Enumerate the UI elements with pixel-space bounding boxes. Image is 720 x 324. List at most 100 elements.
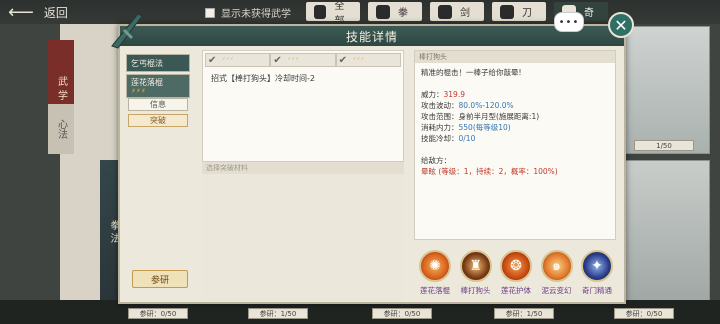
- skill-name: 棒打狗头: [460, 286, 491, 295]
- stat-extra: (每等级10): [472, 123, 511, 132]
- rank-stars: ⚡⚡⚡: [131, 87, 146, 95]
- skill-info-panel: 棒打狗头 精准的棍击！一棒子给你敲晕! 威力：319.9 攻击波动：80.0%-…: [414, 50, 616, 240]
- chat-bubble-button[interactable]: •••: [554, 12, 584, 32]
- show-unowned-label: 显示未获得武学: [221, 9, 291, 20]
- stat-value: 身前半月型(施展距离:1): [458, 112, 540, 121]
- skill-info-body: 精准的棍击！一棒子给你敲晕! 威力：319.9 攻击波动：80.0%-120.0…: [415, 63, 615, 181]
- skill-tab-beggar-staff[interactable]: 乞丐棍法: [126, 54, 190, 72]
- flame-swirl-icon: ❂: [500, 250, 532, 282]
- skill-tab-label: 乞丐棍法: [131, 58, 163, 68]
- martial-tab-label: 武学: [55, 76, 67, 104]
- warrior-icon: ♜: [459, 250, 492, 282]
- effect-text: 晕眩 (等级：1，持续：2，概率：100%): [421, 167, 558, 176]
- material-list: [202, 174, 404, 302]
- skill-tab-lotus-staff[interactable]: 莲花落棍 ⚡⚡⚡: [126, 74, 190, 98]
- filter-label: 全部: [334, 0, 345, 27]
- skill-name: 泥云变幻: [541, 286, 572, 295]
- skill-qimen-mastery[interactable]: ✦ 奇门精通: [578, 250, 616, 302]
- material-label: 选择突破材料: [206, 164, 248, 172]
- breakthrough-slot[interactable]: ✔ ᐟᐟᐟ: [205, 53, 271, 67]
- progress-label: 参研：0/50: [128, 308, 188, 319]
- filter-label: 刀: [522, 8, 532, 19]
- progress-text: 参研：1/50: [259, 309, 297, 318]
- breakthrough-slot[interactable]: ✔ ᐟᐟᐟ: [270, 53, 336, 67]
- mystic-figure-icon: ✦: [581, 250, 613, 282]
- skill-lotus-staff[interactable]: ✺ 莲花落棍: [416, 250, 454, 302]
- back-button[interactable]: ⟵ 返回: [8, 1, 68, 23]
- blade-icon: [500, 4, 514, 19]
- sword-icon: [438, 4, 452, 19]
- research-button[interactable]: 参研: [132, 270, 188, 288]
- filter-label: 剑: [460, 8, 470, 19]
- skill-name: 奇门精通: [582, 286, 612, 295]
- progress-text: 参研：0/50: [625, 309, 663, 318]
- breakthrough-button[interactable]: 突破: [128, 114, 188, 127]
- stat-power: 威力：319.9: [421, 89, 609, 100]
- stat-value: 550: [458, 123, 473, 132]
- breakthrough-button-label: 突破: [150, 116, 166, 125]
- lotus-swirl-icon: ✺: [419, 250, 451, 282]
- sword-decoration-icon: [111, 13, 143, 49]
- progress-text: 1/50: [656, 141, 672, 150]
- mind-tab[interactable]: 心法: [48, 104, 74, 154]
- skill-info-header: 棒打狗头: [415, 51, 615, 63]
- filter-tab-all[interactable]: 全部: [306, 1, 360, 27]
- checkbox[interactable]: [205, 7, 215, 18]
- back-arrow-icon: ⟵: [8, 1, 34, 23]
- skill-dog-beating[interactable]: ♜ 棒打狗头: [457, 250, 495, 302]
- breakthrough-slot[interactable]: ✔ ᐟᐟᐟ: [335, 53, 401, 67]
- breakthrough-effect-text: 招式【棒打狗头】冷却时间-2: [211, 74, 315, 83]
- skill-name: 棒打狗头: [419, 53, 447, 61]
- stat-key: 消耗内力：: [421, 123, 459, 132]
- flame-icon: ᐟᐟᐟ: [222, 56, 235, 64]
- check-icon: ✔: [338, 54, 348, 66]
- breakthrough-slots: ✔ ᐟᐟᐟ ✔ ᐟᐟᐟ ✔ ᐟᐟᐟ: [205, 53, 401, 67]
- skill-lotus-guard[interactable]: ❂ 莲花护体: [497, 250, 535, 302]
- stat-fluctuation: 攻击波动：80.0%-120.0%: [421, 100, 609, 111]
- skill-cloud-change[interactable]: ๑ 泥云变幻: [538, 250, 576, 302]
- filter-label: 拳: [398, 8, 408, 19]
- info-button-label: 信息: [150, 100, 166, 109]
- bg-skill-card[interactable]: [624, 160, 710, 308]
- stat-value: 80.0%-120.0%: [458, 101, 514, 110]
- material-header: 选择突破材料: [202, 162, 404, 174]
- skill-name: 莲花落棍: [420, 286, 450, 295]
- filter-tab-fist[interactable]: 拳: [368, 2, 422, 21]
- check-icon: ✔: [273, 54, 282, 66]
- stat-key: 技能冷却：: [421, 134, 459, 143]
- close-icon: ✕: [614, 15, 628, 35]
- progress-label: 参研：1/50: [494, 308, 554, 319]
- filter-tab-sword[interactable]: 剑: [430, 2, 484, 21]
- skill-name: 莲花护体: [501, 286, 531, 295]
- bg-skill-card[interactable]: [624, 26, 710, 154]
- show-unowned-toggle[interactable]: 显示未获得武学: [205, 5, 291, 20]
- progress-label: 参研：0/50: [614, 308, 674, 319]
- check-icon: ✔: [208, 54, 217, 66]
- stat-cooldown: 技能冷却：0/10: [421, 133, 609, 144]
- research-button-label: 参研: [150, 275, 169, 286]
- mind-tab-label: 心法: [55, 119, 67, 139]
- close-button[interactable]: ✕: [608, 12, 634, 38]
- stat-key: 威力：: [421, 90, 444, 99]
- skill-description: 精准的棍击！一棒子给你敲晕!: [421, 68, 522, 77]
- stat-range: 攻击范围：身前半月型(施展距离:1): [421, 111, 609, 122]
- info-button[interactable]: 信息: [128, 98, 188, 111]
- spiral-icon: ๑: [540, 250, 573, 282]
- filter-label: 奇: [584, 8, 594, 19]
- progress-text: 参研：1/50: [505, 309, 543, 318]
- filter-tab-blade[interactable]: 刀: [492, 2, 546, 21]
- progress-label: 1/50: [634, 140, 694, 151]
- stat-value: 0/10: [458, 134, 476, 143]
- progress-text: 参研：0/50: [383, 309, 421, 318]
- modal-header: 技能详情: [120, 26, 624, 46]
- fist-icon: [376, 4, 390, 19]
- effect-title: 给敌方：: [421, 156, 451, 165]
- stat-value: 319.9: [443, 90, 465, 99]
- skill-detail-modal: 技能详情 乞丐棍法 莲花落棍 ⚡⚡⚡ 信息 突破 参研 ✔ ᐟᐟᐟ ✔ ᐟᐟᐟ …: [118, 24, 626, 304]
- progress-label: 参研：0/50: [372, 308, 432, 319]
- progress-text: 参研：0/50: [139, 309, 177, 318]
- flame-icon: ᐟᐟᐟ: [287, 56, 300, 64]
- modal-title: 技能详情: [345, 29, 398, 44]
